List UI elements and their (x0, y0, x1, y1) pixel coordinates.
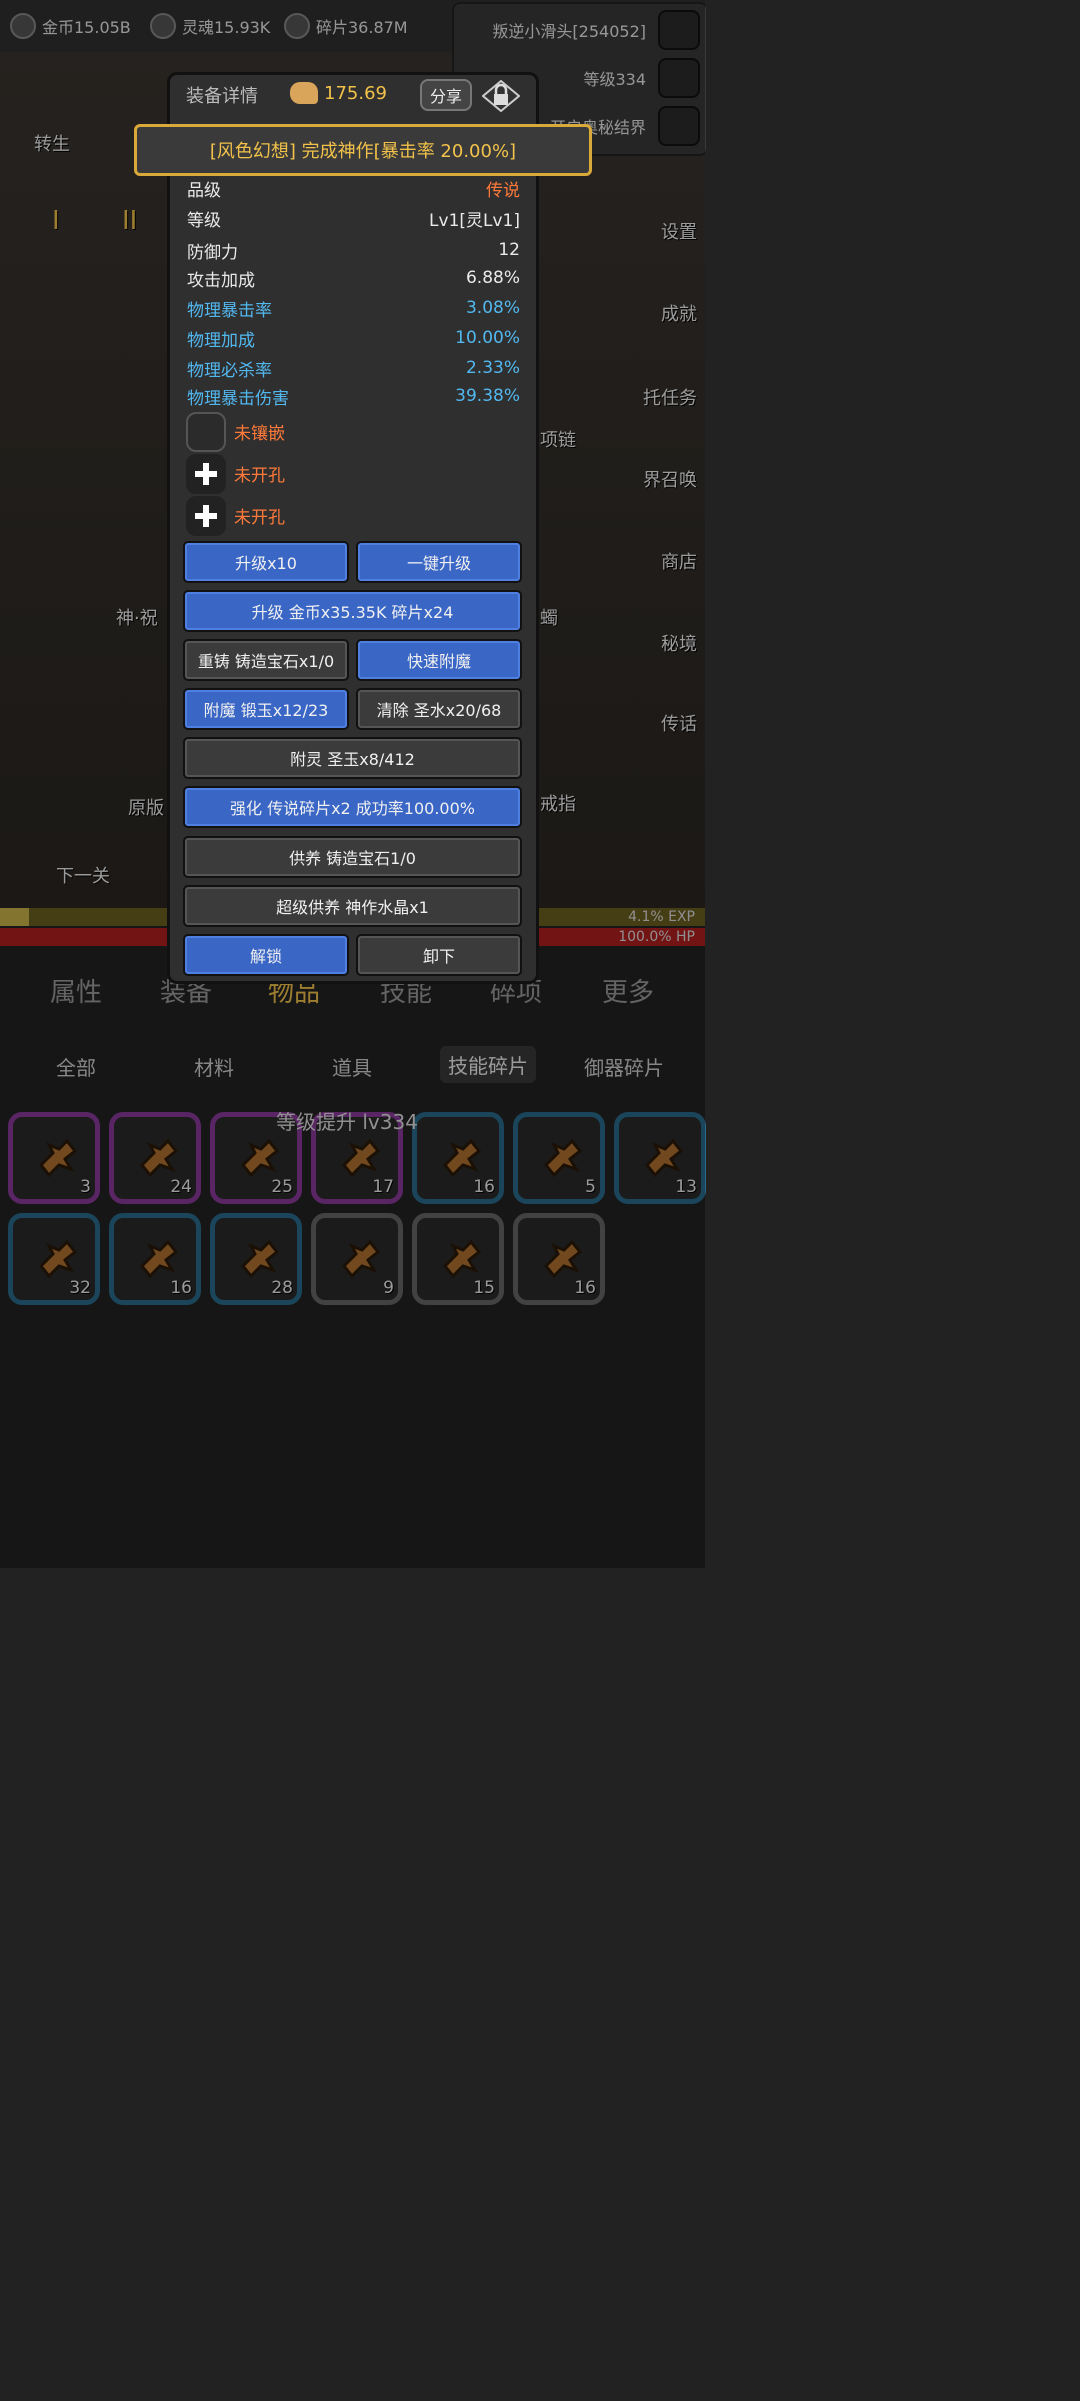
stat-name: 物理暴击伤害 (187, 388, 289, 409)
add-socket-icon[interactable] (186, 496, 226, 536)
stat-name: 等级 (187, 210, 221, 231)
unequip-button[interactable]: 卸下 (356, 934, 522, 976)
stat-row: 物理加成 10.00% (187, 324, 520, 352)
clear-button[interactable]: 清除 圣水x20/68 (356, 688, 522, 730)
stat-row: 物理暴击率 3.08% (187, 294, 520, 322)
feed-button[interactable]: 供养 铸造宝石1/0 (183, 836, 522, 878)
stat-row: 防御力 12 (187, 236, 520, 264)
stat-name: 物理暴击率 (187, 300, 272, 321)
lock-icon[interactable] (482, 80, 520, 112)
stat-name: 品级 (187, 180, 221, 201)
stat-value: 传说 (486, 180, 520, 201)
stat-value: 39.38% (455, 386, 520, 406)
add-socket-icon[interactable] (186, 454, 226, 494)
masterpiece-banner: [风色幻想] 完成神作[暴击率 20.00%] (134, 124, 592, 176)
unlock-button[interactable]: 解锁 (183, 934, 349, 976)
arm-strength-icon (290, 82, 318, 104)
strengthen-button[interactable]: 强化 传说碎片x2 成功率100.00% (183, 786, 522, 828)
socket-3-label: 未开孔 (234, 508, 285, 528)
stat-value: 10.00% (455, 328, 520, 348)
stat-value: 2.33% (465, 358, 520, 378)
dialog-title: 装备详情 (186, 86, 258, 107)
stat-name: 防御力 (187, 242, 238, 263)
recast-button[interactable]: 重铸 铸造宝石x1/0 (183, 639, 349, 681)
upgrade-x10-button[interactable]: 升级x10 (183, 541, 349, 583)
socket-2-label: 未开孔 (234, 466, 285, 486)
stat-row: 攻击加成 6.88% (187, 264, 520, 292)
stat-row: 品级 传说 (187, 174, 520, 202)
empty-socket-icon[interactable] (186, 412, 226, 452)
stat-value: 3.08% (465, 298, 520, 318)
stat-name: 物理必杀率 (187, 360, 272, 381)
power-score: 175.69 (290, 82, 387, 104)
stat-value: Lv1[灵Lv1] (429, 210, 520, 231)
share-button[interactable]: 分享 (420, 79, 472, 111)
upgrade-cost-button[interactable]: 升级 金币x35.35K 碎片x24 (183, 590, 522, 632)
stat-name: 攻击加成 (187, 270, 255, 291)
stat-row: 物理必杀率 2.33% (187, 354, 520, 382)
one-click-upgrade-button[interactable]: 一键升级 (356, 541, 522, 583)
spirit-attach-button[interactable]: 附灵 圣玉x8/412 (183, 737, 522, 779)
power-value: 175.69 (324, 82, 387, 104)
quick-enchant-button[interactable]: 快速附魔 (356, 639, 522, 681)
stat-row: 物理暴击伤害 39.38% (187, 382, 520, 410)
super-feed-button[interactable]: 超级供养 神作水晶x1 (183, 885, 522, 927)
stat-value: 6.88% (465, 268, 520, 288)
stat-name: 物理加成 (187, 330, 255, 351)
stat-value: 12 (498, 240, 520, 260)
enchant-button[interactable]: 附魔 锻玉x12/23 (183, 688, 349, 730)
socket-1-label: 未镶嵌 (234, 424, 285, 444)
stat-row: 等级 Lv1[灵Lv1] (187, 204, 520, 232)
